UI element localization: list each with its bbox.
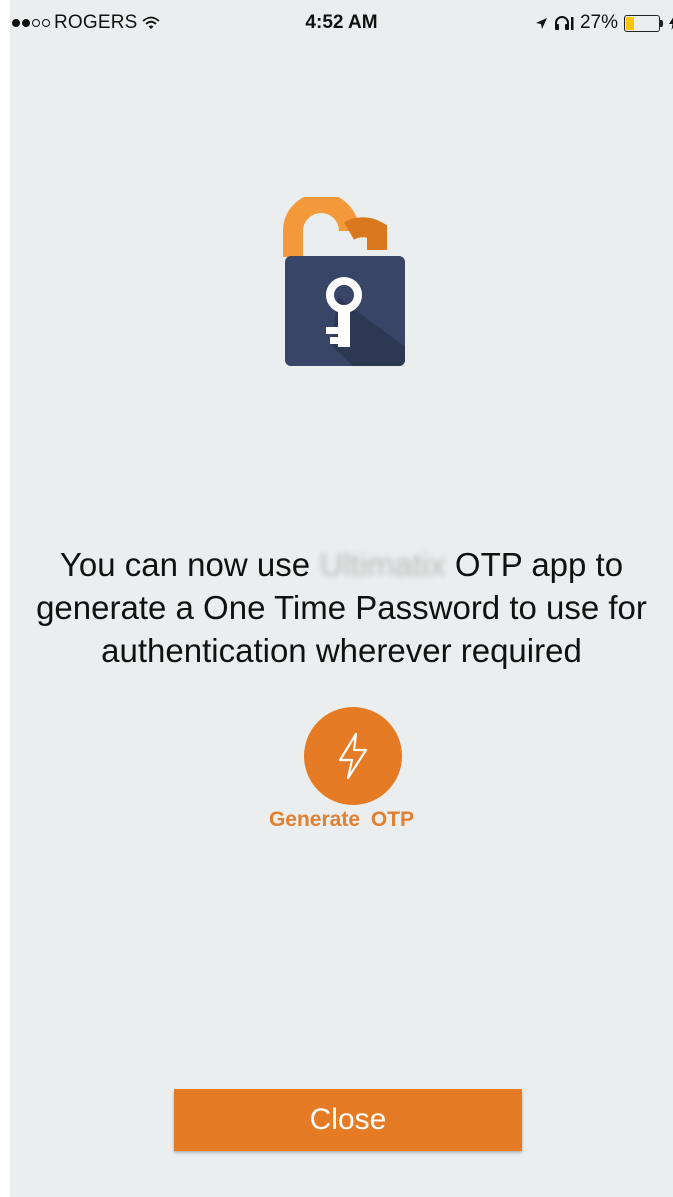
battery-icon xyxy=(624,14,663,32)
status-right: 27% xyxy=(535,12,673,34)
headphones-icon xyxy=(554,16,574,30)
generate-otp-button[interactable] xyxy=(304,707,402,805)
message-before: You can now use xyxy=(59,546,311,583)
unlocked-padlock-icon xyxy=(283,197,405,366)
lightning-bolt-icon xyxy=(338,732,368,780)
app-name-blurred: Ultimatix xyxy=(319,546,446,583)
charging-icon xyxy=(669,17,673,30)
generate-otp-label[interactable]: Generate OTP xyxy=(10,808,673,832)
battery-level xyxy=(626,16,634,30)
otp-success-screen: ROGERS 4:52 AM 27% You can now use Ultim… xyxy=(10,0,673,1197)
status-bar: ROGERS 4:52 AM 27% xyxy=(10,0,673,44)
success-message: You can now use Ultimatix OTP app to gen… xyxy=(10,543,673,672)
location-arrow-icon xyxy=(535,17,547,29)
close-button[interactable]: Close xyxy=(174,1089,522,1151)
battery-percent: 27% xyxy=(579,12,618,33)
